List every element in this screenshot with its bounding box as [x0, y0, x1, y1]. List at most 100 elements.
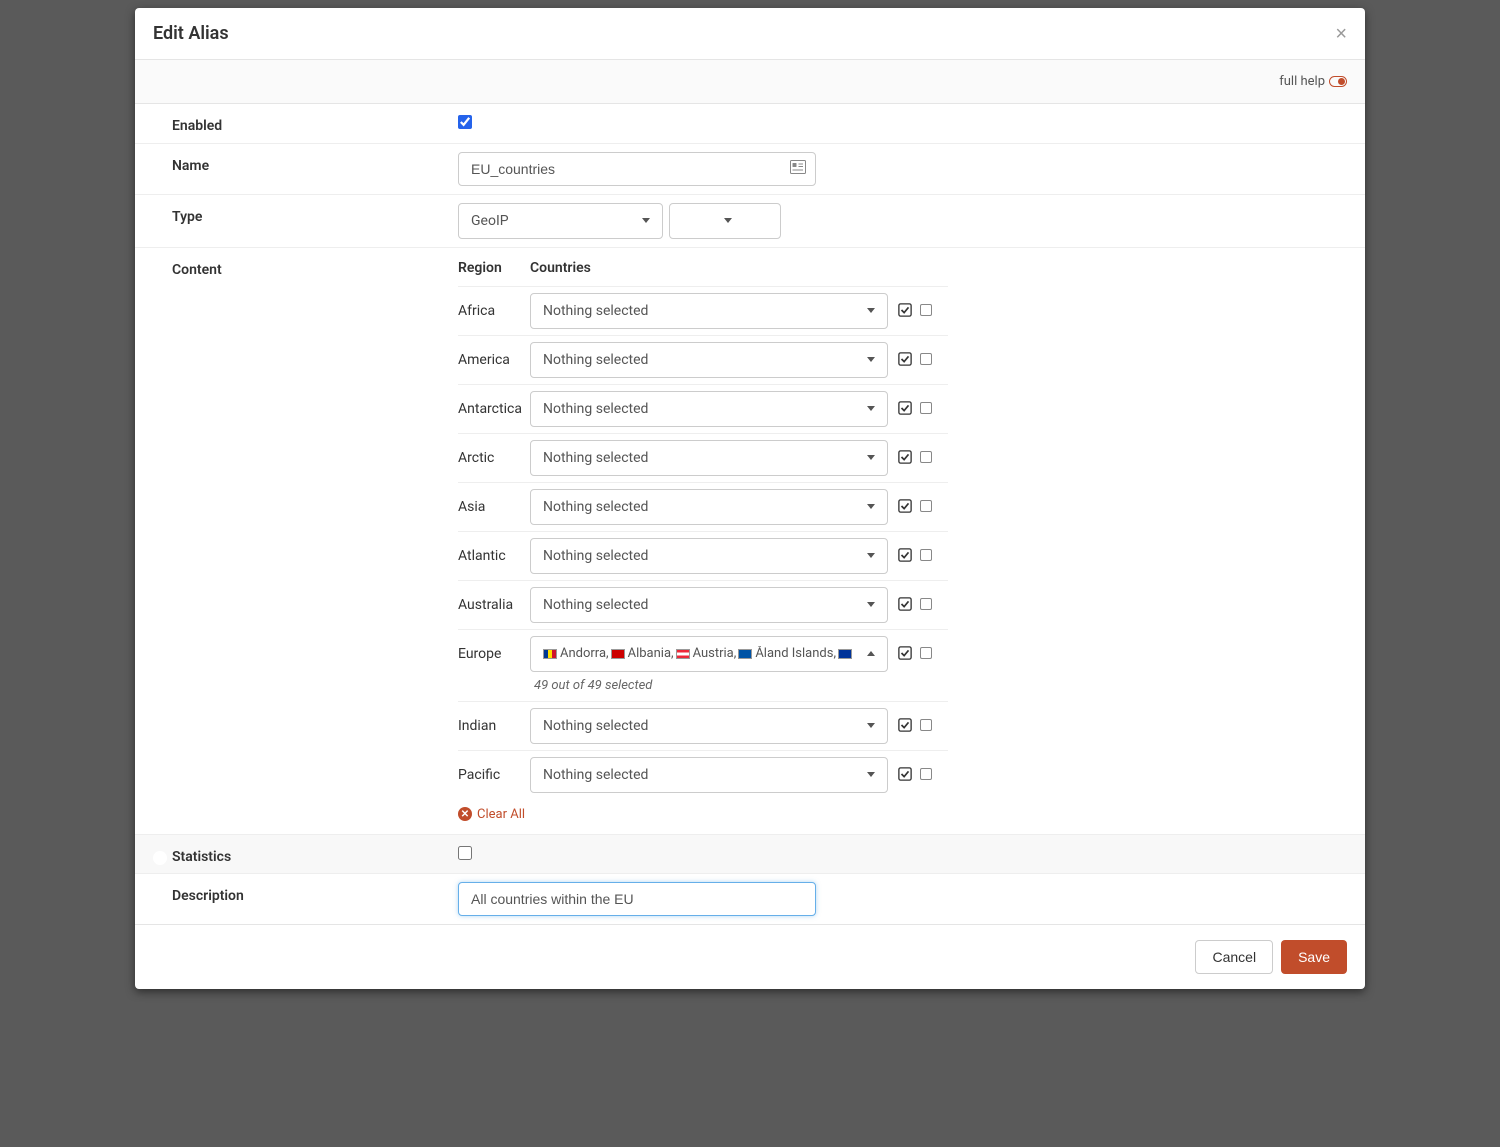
deselect-all-checkbox[interactable]: [920, 451, 932, 463]
row-statistics: Statistics: [135, 835, 1365, 875]
europe-selected-count: 49 out of 49 selected: [530, 672, 888, 695]
chevron-down-icon: [642, 218, 650, 223]
countries-dropdown-pacific[interactable]: Nothing selected: [530, 757, 888, 793]
info-icon[interactable]: [153, 121, 167, 135]
select-all-icon[interactable]: [898, 718, 912, 732]
type-dropdown[interactable]: GeoIP: [458, 203, 663, 239]
row-enabled: Enabled: [135, 104, 1365, 144]
select-all-icon[interactable]: [898, 597, 912, 611]
deselect-all-checkbox[interactable]: [920, 549, 932, 561]
select-all-icon[interactable]: [898, 303, 912, 317]
row-type: Type GeoIP: [135, 195, 1365, 248]
select-all-icon[interactable]: [898, 767, 912, 781]
select-all-icon[interactable]: [898, 646, 912, 660]
cancel-button[interactable]: Cancel: [1195, 940, 1273, 974]
label-statistics: Statistics: [153, 843, 458, 866]
region-label: Antarctica: [458, 391, 530, 417]
region-row-america: America Nothing selected: [458, 335, 948, 384]
chevron-down-icon: [867, 723, 875, 728]
chevron-up-icon: [867, 651, 875, 656]
enabled-checkbox[interactable]: [458, 115, 472, 129]
row-content: Content Region Countries Africa Nothing …: [135, 248, 1365, 835]
deselect-all-checkbox[interactable]: [920, 598, 932, 610]
select-all-icon[interactable]: [898, 352, 912, 366]
info-icon[interactable]: [153, 891, 167, 905]
deselect-all-checkbox[interactable]: [920, 719, 932, 731]
region-row-antarctica: Antarctica Nothing selected: [458, 384, 948, 433]
region-row-arctic: Arctic Nothing selected: [458, 433, 948, 482]
modal-title: Edit Alias: [153, 23, 229, 44]
statistics-checkbox[interactable]: [458, 846, 472, 860]
region-label: Atlantic: [458, 538, 530, 564]
countries-dropdown-arctic[interactable]: Nothing selected: [530, 440, 888, 476]
chevron-down-icon: [867, 772, 875, 777]
region-row-asia: Asia Nothing selected: [458, 482, 948, 531]
region-row-atlantic: Atlantic Nothing selected: [458, 531, 948, 580]
label-type: Type: [153, 203, 458, 226]
label-content: Content: [153, 256, 458, 279]
full-help-toggle[interactable]: full help: [1279, 74, 1347, 89]
deselect-all-checkbox[interactable]: [920, 402, 932, 414]
deselect-all-checkbox[interactable]: [920, 768, 932, 780]
region-row-africa: Africa Nothing selected: [458, 286, 948, 335]
clear-all-link[interactable]: ✕ Clear All: [458, 799, 525, 826]
chevron-down-icon: [867, 357, 875, 362]
select-all-icon[interactable]: [898, 499, 912, 513]
flag-icon-andorra: [543, 649, 557, 659]
close-button[interactable]: ×: [1335, 24, 1347, 44]
countries-dropdown-europe[interactable]: Andorra, Albania, Austria, Åland Islands…: [530, 636, 888, 672]
select-all-icon[interactable]: [898, 401, 912, 415]
full-help-label: full help: [1279, 74, 1325, 89]
region-row-europe: Europe Andorra, Albania, Austria,: [458, 629, 948, 701]
flag-icon-aland: [738, 649, 752, 659]
select-all-icon[interactable]: [898, 548, 912, 562]
countries-dropdown-asia[interactable]: Nothing selected: [530, 489, 888, 525]
chevron-down-icon: [867, 504, 875, 509]
edit-alias-modal: Edit Alias × full help Enabled Name: [135, 8, 1365, 989]
x-circle-icon: ✕: [458, 807, 472, 821]
contact-card-icon: [790, 160, 806, 178]
content-table: Region Countries Africa Nothing selected: [458, 256, 948, 826]
region-label: Pacific: [458, 757, 530, 783]
flag-icon-more: [838, 649, 852, 659]
description-input[interactable]: [458, 882, 816, 916]
info-icon[interactable]: [153, 160, 167, 174]
deselect-all-checkbox[interactable]: [920, 500, 932, 512]
countries-dropdown-africa[interactable]: Nothing selected: [530, 293, 888, 329]
modal-footer: Cancel Save: [135, 924, 1365, 989]
content-header: Region Countries: [458, 256, 948, 286]
chevron-down-icon: [724, 218, 732, 223]
name-input[interactable]: [458, 152, 816, 186]
countries-dropdown-australia[interactable]: Nothing selected: [530, 587, 888, 623]
toggle-icon: [1329, 76, 1347, 87]
region-label: Indian: [458, 708, 530, 734]
full-help-row: full help: [135, 60, 1365, 104]
label-enabled: Enabled: [153, 112, 458, 135]
type-secondary-dropdown[interactable]: [669, 203, 781, 239]
countries-dropdown-antarctica[interactable]: Nothing selected: [530, 391, 888, 427]
chevron-down-icon: [867, 455, 875, 460]
chevron-down-icon: [867, 602, 875, 607]
modal-header: Edit Alias ×: [135, 8, 1365, 60]
countries-dropdown-indian[interactable]: Nothing selected: [530, 708, 888, 744]
info-icon[interactable]: [153, 851, 167, 865]
save-button[interactable]: Save: [1281, 940, 1347, 974]
countries-dropdown-america[interactable]: Nothing selected: [530, 342, 888, 378]
countries-dropdown-atlantic[interactable]: Nothing selected: [530, 538, 888, 574]
chevron-down-icon: [867, 553, 875, 558]
flag-icon-albania: [611, 649, 625, 659]
region-label: Arctic: [458, 440, 530, 466]
deselect-all-checkbox[interactable]: [920, 353, 932, 365]
chevron-down-icon: [867, 406, 875, 411]
info-icon[interactable]: [153, 211, 167, 225]
region-label: Australia: [458, 587, 530, 613]
region-row-australia: Australia Nothing selected: [458, 580, 948, 629]
region-row-pacific: Pacific Nothing selected: [458, 750, 948, 799]
header-countries: Countries: [530, 260, 948, 276]
deselect-all-checkbox[interactable]: [920, 647, 932, 659]
select-all-icon[interactable]: [898, 450, 912, 464]
region-label: America: [458, 342, 530, 368]
deselect-all-checkbox[interactable]: [920, 304, 932, 316]
region-label: Africa: [458, 293, 530, 319]
info-icon[interactable]: [153, 264, 167, 278]
